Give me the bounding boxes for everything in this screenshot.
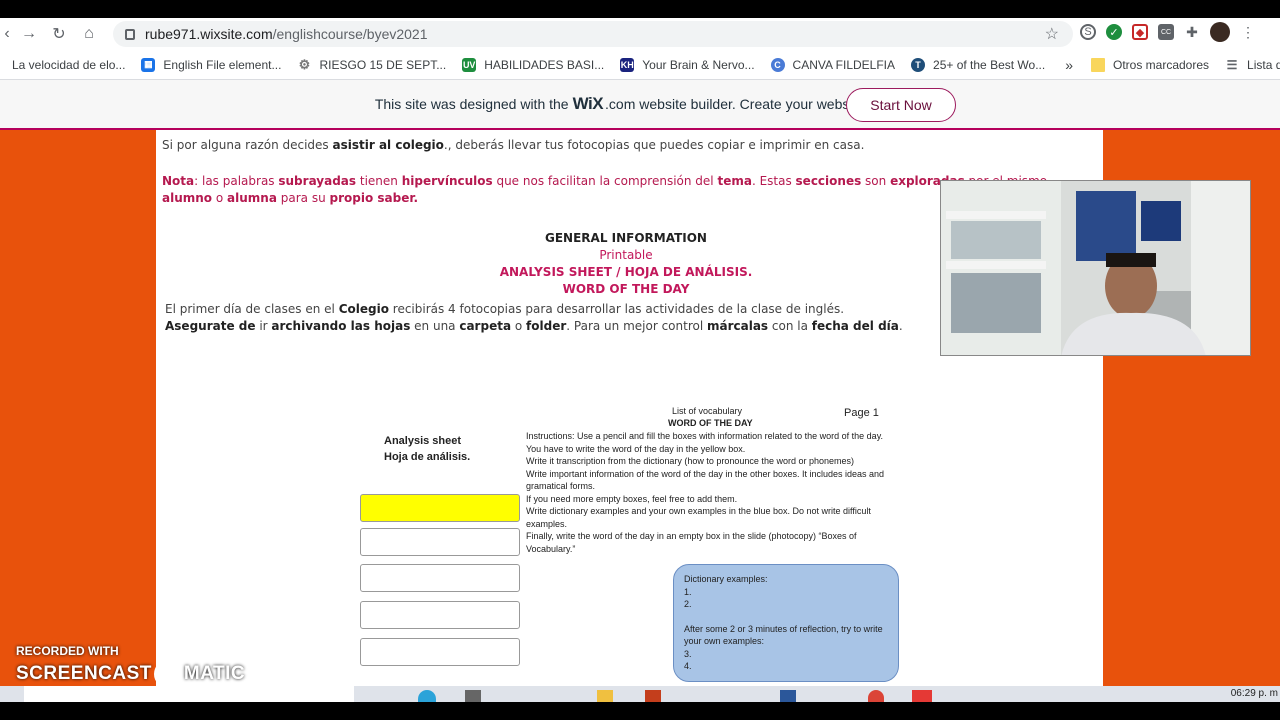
edge-icon[interactable]	[418, 690, 436, 702]
bookmarks-bar: La velocidad de elo... ▦ English File ele…	[0, 50, 1280, 80]
uv-icon: UV	[462, 57, 477, 72]
bookmark-item[interactable]: C CANVA FILDELFIA	[770, 57, 896, 72]
taskbar	[0, 686, 1280, 702]
empty-box	[360, 528, 520, 556]
screencast-watermark: RECORDED WITH SCREENCAST MATIC	[16, 644, 245, 688]
reading-list-icon: ☰	[1226, 57, 1238, 72]
canva-icon: C	[770, 57, 785, 72]
powerpoint-icon[interactable]	[645, 690, 661, 702]
forward-icon[interactable]: →	[14, 19, 44, 49]
empty-box	[360, 601, 520, 629]
printable-link[interactable]: Printable	[456, 247, 796, 264]
store-icon[interactable]	[465, 690, 481, 702]
analysis-sheet-title: ANALYSIS SHEET / HOJA DE ANÁLISIS.	[499, 265, 753, 279]
reading-list-label: Lista de lectura	[1247, 57, 1280, 72]
cc-icon[interactable]: CC	[1158, 24, 1174, 40]
bookmark-item[interactable]: ⚙ RIESGO 15 DE SEPT...	[297, 56, 447, 72]
bookmark-item[interactable]: ▦ English File element...	[141, 57, 282, 72]
other-bookmarks-label: Otros marcadores	[1113, 57, 1210, 72]
page-number: Page 1	[844, 407, 879, 419]
dictionary-examples-box: Dictionary examples: 1. 2. After some 2 …	[673, 564, 899, 682]
grid-icon: ▦	[141, 57, 156, 72]
puzzle-icon[interactable]: ✚	[1184, 24, 1200, 40]
webcam-overlay	[940, 180, 1251, 356]
url-path: /englishcourse/byev2021	[272, 26, 428, 42]
bottom-black-bar	[0, 702, 1280, 720]
check-icon[interactable]: ✓	[1106, 24, 1122, 40]
gear-icon: ⚙	[298, 56, 311, 72]
pdf-icon[interactable]	[912, 690, 932, 702]
lock-icon	[125, 28, 135, 40]
bookmark-item[interactable]: La velocidad de elo...	[12, 58, 125, 72]
top-black-bar	[0, 0, 1280, 18]
instructions-paragraph: El primer día de clases en el Colegio re…	[165, 302, 903, 333]
empty-box	[360, 564, 520, 592]
empty-box	[360, 638, 520, 666]
avatar[interactable]	[1210, 22, 1230, 42]
screencast-ring-icon	[153, 660, 182, 688]
other-bookmarks-folder[interactable]: Otros marcadores	[1091, 57, 1210, 72]
wix-banner-text-before: This site was designed with the	[374, 96, 569, 112]
bookmarks-more-button[interactable]: »	[1065, 57, 1073, 73]
bookmark-label: Your Brain & Nervo...	[642, 57, 755, 72]
url-input[interactable]: rube971.wixsite.com/englishcourse/byev20…	[113, 21, 1073, 47]
bookmark-label: RIESGO 15 DE SEPT...	[319, 57, 447, 72]
general-info-title: GENERAL INFORMATION	[545, 231, 707, 245]
bookmark-star-icon[interactable]: ☆	[1045, 24, 1059, 44]
address-bar-row: ‹ → ↻ ⌂ rube971.wixsite.com/englishcours…	[0, 18, 1280, 50]
extensions-area: S ✓ ◆ CC ✚ ⋮	[1080, 22, 1256, 42]
list-of-vocabulary-label: List of vocabulary	[672, 406, 743, 416]
wix-banner: This site was designed with the WiX .com…	[0, 80, 1280, 130]
menu-icon[interactable]: ⋮	[1240, 24, 1256, 40]
bookmark-label: La velocidad de elo...	[12, 57, 126, 72]
yellow-word-box	[360, 494, 520, 522]
doc-word-of-day-label: WORD OF THE DAY	[668, 418, 753, 428]
word-of-day-title: WORD OF THE DAY	[562, 282, 690, 296]
bookmark-label: HABILIDADES BASI...	[484, 57, 605, 72]
analysis-sheet-heading: Analysis sheet Hoja de análisis.	[384, 435, 471, 463]
wix-logo: WiX	[572, 94, 604, 113]
bookmark-item[interactable]: UV HABILIDADES BASI...	[462, 57, 605, 72]
word-icon[interactable]	[780, 690, 796, 702]
bookmark-label: English File element...	[163, 57, 282, 72]
reload-icon[interactable]: ↻	[44, 19, 74, 49]
home-icon[interactable]: ⌂	[74, 19, 104, 49]
reading-list[interactable]: ☰ Lista de lectura	[1225, 58, 1280, 72]
attendance-note: Si por alguna razón decides asistir al c…	[162, 138, 865, 152]
section-heading: GENERAL INFORMATION Printable ANALYSIS S…	[456, 230, 796, 298]
start-now-button[interactable]: Start Now	[846, 88, 956, 122]
folder-icon	[1091, 57, 1105, 72]
instructions-list: Instructions: Use a pencil and fill the …	[526, 431, 885, 554]
bookmark-item[interactable]: KH Your Brain & Nervo...	[620, 57, 755, 72]
analysis-sheet-image: List of vocabulary WORD OF THE DAY Page …	[336, 398, 916, 686]
chrome-icon[interactable]	[868, 690, 884, 702]
url-host: rube971.wixsite.com	[145, 26, 273, 42]
taskbar-clock: 06:29 p. m	[1230, 688, 1278, 699]
bookmark-item[interactable]: T 25+ of the Best Wo...	[911, 57, 1046, 72]
bookmark-label: CANVA FILDELFIA	[792, 57, 896, 72]
skype-icon[interactable]: S	[1080, 24, 1096, 40]
shield-icon[interactable]: ◆	[1132, 24, 1148, 40]
folder-icon[interactable]	[597, 690, 613, 702]
kh-icon: KH	[620, 57, 635, 72]
taskbar-search[interactable]	[24, 686, 354, 702]
back-icon[interactable]: ‹	[0, 19, 14, 49]
t-icon: T	[911, 57, 926, 72]
bookmark-label: 25+ of the Best Wo...	[933, 57, 1046, 72]
